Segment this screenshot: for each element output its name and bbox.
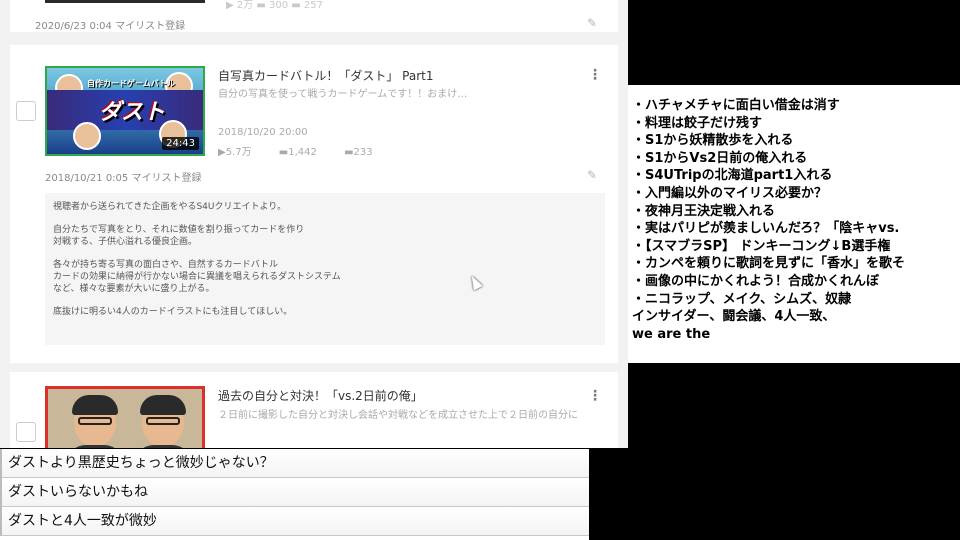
more-menu-icon[interactable]: ⋮ xyxy=(588,67,602,83)
mylist-memo: 視聴者から送られてきた企画をやるS4Uクリエイトより。 自分たちで写真をとり、そ… xyxy=(45,193,605,345)
video-thumbnail[interactable] xyxy=(45,386,205,448)
views-stat: ▶5.7万 xyxy=(218,147,252,158)
thumbnail-person xyxy=(62,395,128,448)
thumbnail-subtitle: 自作カードゲームバトル xyxy=(87,79,175,88)
note-line: ・夜神月王決定戦入れる xyxy=(632,203,776,219)
thumbnail-title: ダスト xyxy=(99,100,166,125)
video-title-link[interactable]: 自写真カードバトル！「ダスト」 Part1 xyxy=(218,67,434,84)
video-thumbnail-partial[interactable] xyxy=(45,0,205,3)
mylist-registered-date: 2018/10/21 0:05 マイリスト登録 xyxy=(45,173,202,184)
chat-comment: ダストいらないかもね xyxy=(0,478,589,507)
video-stats: ▶5.7万 ▬1,442 ▬233 xyxy=(218,143,397,158)
memo-line: 対戦する、子供心溢れる優良企画。 xyxy=(53,237,198,247)
video-description: ２日前に撮影した自分と対決し会話や対戦などを成立させた上で２日前の自分に… xyxy=(218,410,578,421)
mylist-page: ▶ 2万 ▬ 300 ▬ 257 2020/6/23 0:04 マイリスト登録 … xyxy=(0,0,628,448)
chat-comment-list: ダストより黒歴史ちょっと微妙じゃない？ ダストいらないかもね ダストと4人一致が… xyxy=(0,449,589,540)
select-checkbox[interactable] xyxy=(16,422,36,442)
video-duration: 24:43 xyxy=(162,137,199,150)
note-line: ・S1からVs2日前の俺入れる xyxy=(632,150,808,166)
note-line: ・【スマブラSP】 ドンキーコング↓B選手権 xyxy=(632,238,891,254)
mylist-item: 過去の自分と対決！「vs.2日前の俺」 ２日前に撮影した自分と対決し会話や対戦な… xyxy=(10,372,618,448)
video-posted-date: 2018/10/20 20:00 xyxy=(218,127,308,138)
note-line: ・画像の中にかくれよう！合成かくれんぼ xyxy=(632,273,880,289)
comments-count: 1,442 xyxy=(288,147,317,158)
memo-line: カードの効果に納得が行かない場合に異議を唱えられるダストシステム xyxy=(53,272,341,282)
chat-comment: ダストより黒歴史ちょっと微妙じゃない？ xyxy=(0,449,589,478)
select-checkbox[interactable] xyxy=(16,101,36,121)
note-line: ・実はパリピが羨ましいんだろ？「陰キャvs. xyxy=(632,221,900,237)
memo-line: 自分たちで写真をとり、それに数値を割り振ってカードを作り xyxy=(53,225,305,235)
mylist-registered-date: 2020/6/23 0:04 マイリスト登録 xyxy=(35,21,186,32)
video-title-link[interactable]: 過去の自分と対決！「vs.2日前の俺」 xyxy=(218,387,423,404)
mylist-item: 自作カードゲームバトル ダスト 24:43 自写真カードバトル！「ダスト」 Pa… xyxy=(10,45,618,363)
note-line: ・ハチャメチャに面白い借金は消す xyxy=(632,98,840,113)
note-line: ・ニコラップ、メイク、シムズ、奴隷 xyxy=(632,291,852,307)
memo-line: 視聴者から送られてきた企画をやるS4Uクリエイトより。 xyxy=(53,202,287,212)
video-description: 自分の写真を使って戦うカードゲームです！！おまけ… xyxy=(218,89,468,100)
edit-pencil-icon[interactable]: ✎ xyxy=(587,16,597,30)
memo-line: など、様々な要素が大いに盛り上がる。 xyxy=(53,284,215,294)
mylists-count: 233 xyxy=(353,147,373,158)
mylists-stat: ▬233 xyxy=(344,147,373,158)
note-line: インサイダー、闘会議、4人一致、 xyxy=(632,309,836,325)
note-line: ・S1から妖精散歩を入れる xyxy=(632,133,794,149)
views-count: 5.7万 xyxy=(225,147,252,158)
chat-comment: ダストと4人一致が微妙 xyxy=(0,507,589,536)
memo-line: 底抜けに明るい4人のカードイラストにも注目してほしい。 xyxy=(53,307,293,317)
note-line: ・S4UTripの北海道part1入れる xyxy=(632,168,833,184)
note-line: ・料理は餃子だけ残す xyxy=(632,115,763,131)
video-thumbnail[interactable]: 自作カードゲームバトル ダスト 24:43 xyxy=(45,66,205,156)
thumbnail-face xyxy=(73,122,101,150)
video-stats-faded: ▶ 2万 ▬ 300 ▬ 257 xyxy=(226,0,324,11)
notepad-panel[interactable]: ・ハチャメチャに面白い借金は消す ・料理は餃子だけ残す ・S1から妖精散歩を入れ… xyxy=(628,85,960,363)
memo-line: 各々が持ち寄る写真の面白さや、自然するカードバトル xyxy=(53,260,279,270)
note-line: ・入門編以外のマイリス必要か？ xyxy=(632,185,828,201)
note-line: ・カンペを頼りに歌詞を見ずに「香水」を歌そ xyxy=(632,256,906,272)
more-menu-icon[interactable]: ⋮ xyxy=(588,388,602,404)
comments-stat: ▬1,442 xyxy=(278,147,317,158)
note-line: we are the xyxy=(632,326,711,342)
edit-pencil-icon[interactable]: ✎ xyxy=(587,168,597,182)
thumbnail-person xyxy=(130,395,196,448)
